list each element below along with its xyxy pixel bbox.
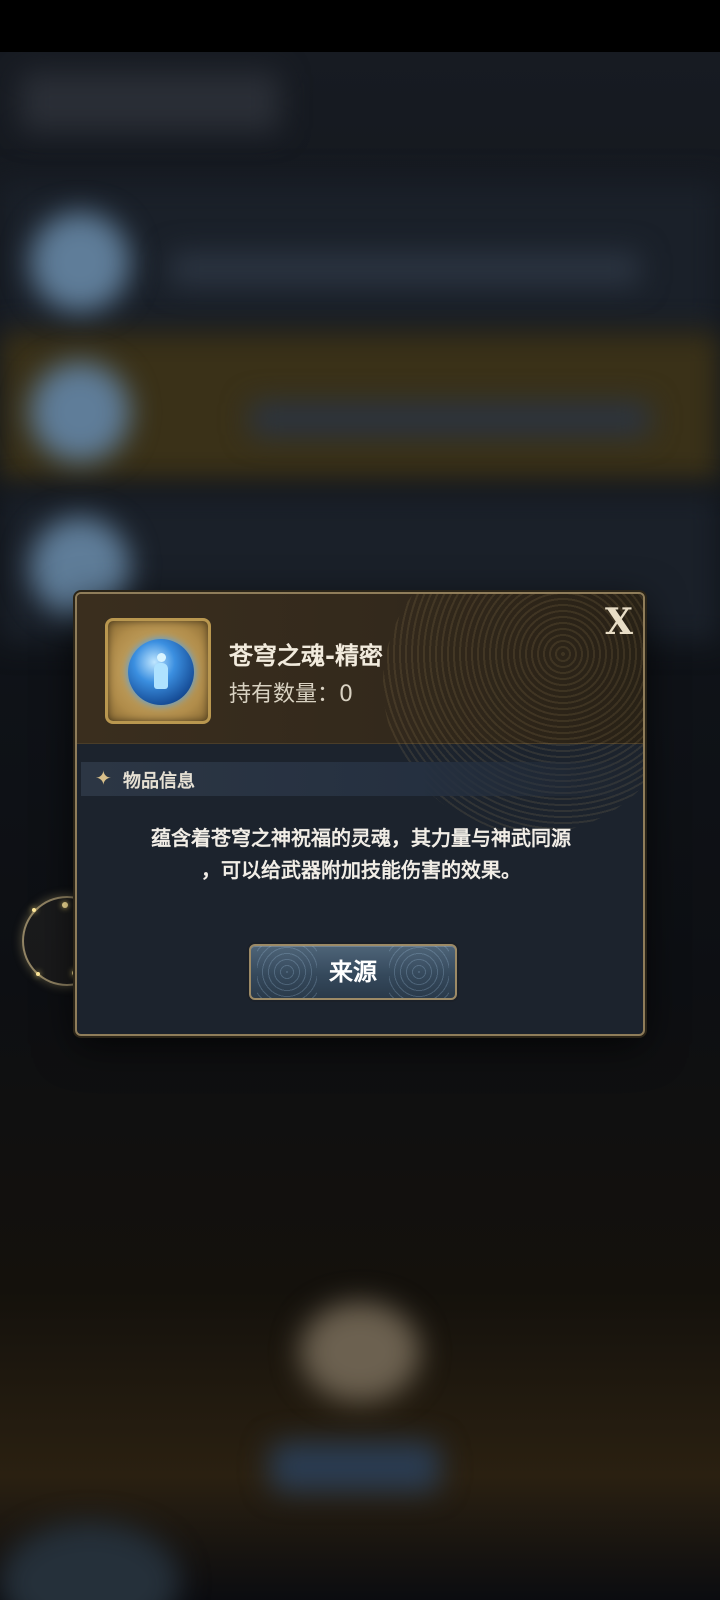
item-icon-frame xyxy=(105,618,211,724)
button-swirl-decoration xyxy=(389,946,449,998)
button-swirl-decoration xyxy=(257,946,317,998)
close-button[interactable]: X xyxy=(599,602,639,642)
bg-glow xyxy=(300,1302,420,1402)
dialog-header: 苍穹之魂-精密 持有数量：0 X xyxy=(77,594,643,834)
sparkle-dot xyxy=(62,902,68,908)
section-title: 物品信息 xyxy=(123,771,195,792)
sparkle-dot xyxy=(36,972,40,976)
source-button[interactable]: 来源 xyxy=(249,944,457,1000)
source-button-label: 来源 xyxy=(329,957,377,986)
bg-avatar xyxy=(30,362,130,462)
bg-header xyxy=(20,72,280,132)
figure-silhouette-icon xyxy=(153,653,169,691)
item-count: 持有数量：0 xyxy=(229,682,353,707)
bg-avatar xyxy=(30,212,130,312)
bg-button xyxy=(270,1442,440,1492)
bg-footer-shape xyxy=(0,1522,180,1600)
item-name: 苍穹之魂-精密 xyxy=(229,642,383,670)
status-bar xyxy=(0,0,720,52)
sparkle-star-icon: ✦ xyxy=(95,766,112,790)
sparkle-dot xyxy=(32,908,36,912)
bg-text-line xyxy=(250,402,650,436)
item-description: 蕴含着苍穹之神祝福的灵魂，其力量与神武同源 ，可以给武器附加技能伤害的效果。 xyxy=(97,822,625,886)
item-info-dialog: 苍穹之魂-精密 持有数量：0 X ✦ 物品信息 蕴含着苍穹之神祝福的灵魂，其力量… xyxy=(75,592,645,1036)
section-header: ✦ 物品信息 xyxy=(81,762,641,796)
blue-soul-orb-icon xyxy=(128,639,194,705)
description-line: ，可以给武器附加技能伤害的效果。 xyxy=(201,858,521,882)
bg-text-line xyxy=(170,252,640,286)
description-line: 蕴含着苍穹之神祝福的灵魂，其力量与神武同源 xyxy=(151,826,571,850)
